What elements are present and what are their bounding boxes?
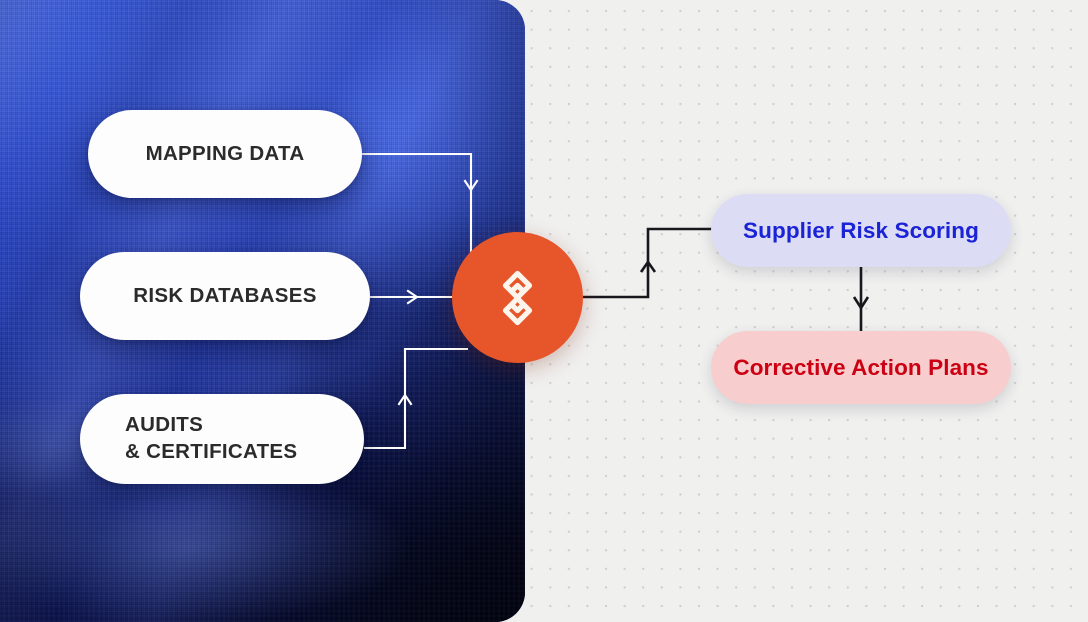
input-label-risk-databases: RISK DATABASES <box>133 283 317 307</box>
output-label-supplier-risk-scoring: Supplier Risk Scoring <box>743 217 979 243</box>
central-hub-node[interactable] <box>452 232 583 363</box>
input-pill-risk-databases[interactable]: RISK DATABASES <box>80 252 370 340</box>
diagram-canvas: MAPPING DATA RISK DATABASES AUDITS & CER… <box>0 0 1088 622</box>
output-pill-supplier-risk-scoring[interactable]: Supplier Risk Scoring <box>711 194 1011 267</box>
input-label-mapping-data: MAPPING DATA <box>145 141 305 165</box>
input-label-audits-certificates: AUDITS & CERTIFICATES <box>125 413 298 463</box>
output-pill-corrective-action-plans[interactable]: Corrective Action Plans <box>711 331 1011 404</box>
input-pill-mapping-data[interactable]: MAPPING DATA <box>88 110 362 198</box>
chain-link-icon <box>496 267 540 329</box>
output-label-corrective-action-plans: Corrective Action Plans <box>733 354 989 380</box>
input-pill-audits-certificates[interactable]: AUDITS & CERTIFICATES <box>80 394 364 484</box>
